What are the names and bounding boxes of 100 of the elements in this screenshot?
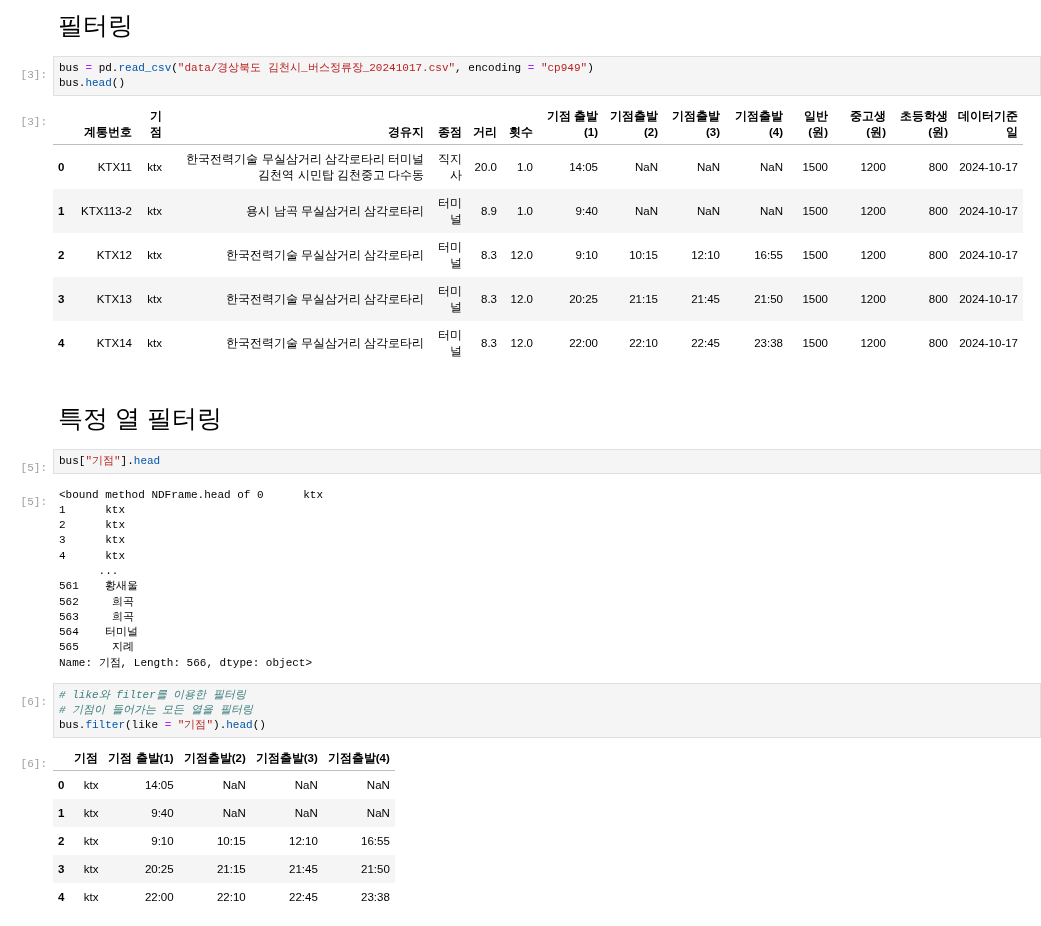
table-cell: ktx bbox=[83, 834, 99, 847]
table-cell: 1500 bbox=[802, 292, 828, 305]
table-cell: KTX11 bbox=[97, 160, 132, 173]
table-cell: 21:50 bbox=[361, 862, 390, 875]
table-cell: 1500 bbox=[802, 204, 828, 217]
table-cell: 터미널 bbox=[438, 196, 462, 225]
table-cell: NaN bbox=[366, 806, 390, 819]
table-cell: 한국전력기술 무실삼거리 삼각로타리 터미널 김천역 시민탑 김천중고 다수동 bbox=[186, 152, 424, 181]
column-header: 기점출발(3) bbox=[255, 752, 318, 765]
table-cell: 1200 bbox=[860, 292, 886, 305]
table-cell: KTX13 bbox=[96, 292, 132, 305]
table-cell: ktx bbox=[147, 160, 162, 173]
table-cell: 10:15 bbox=[216, 834, 246, 847]
table-cell: 8.3 bbox=[481, 336, 497, 349]
row-index: 3 bbox=[58, 292, 65, 305]
table-cell: 800 bbox=[928, 336, 948, 349]
table-cell: NaN bbox=[697, 204, 720, 217]
table-cell: 8.9 bbox=[481, 204, 497, 217]
row-index: 0 bbox=[58, 160, 65, 173]
table-cell: 12:10 bbox=[691, 248, 720, 261]
table-cell: 9:10 bbox=[575, 248, 598, 261]
row-index: 2 bbox=[58, 248, 65, 261]
column-header: 경유지 bbox=[388, 126, 424, 138]
table-cell: 23:38 bbox=[754, 336, 783, 349]
row-index: 2 bbox=[58, 834, 65, 847]
table-cell: 9:40 bbox=[151, 806, 174, 819]
column-header: 기점 bbox=[74, 752, 99, 765]
column-header: 기점출발(4) bbox=[735, 110, 783, 138]
table-cell: 22:45 bbox=[289, 890, 318, 903]
table-cell: 터미널 bbox=[438, 328, 462, 357]
output-text: <bound method NDFrame.head of 0 ktx 1 ktx 2 ktx 3 ktx 4 ktx ... 561 황새울 562 희곡 563 희곡 564 터미널 565 지례 Name: 기점, Length: 566, dtype: object> bbox=[58, 487, 325, 671]
table-cell: 22:10 bbox=[216, 890, 246, 903]
row-index: 4 bbox=[58, 336, 65, 349]
column-header: 기점출발(2) bbox=[183, 752, 246, 765]
table-cell: 22:00 bbox=[144, 890, 174, 903]
code-cell[interactable]: bus = pd.read_csv("data/경상북도 김천시_버스정류장_20241017.csv", encoding = "cp949") bus.head() bbox=[53, 56, 1041, 96]
column-header: 기점 출발(1) bbox=[108, 752, 174, 765]
table-cell: ktx bbox=[147, 336, 162, 349]
code-cell[interactable]: bus["기점"].head bbox=[53, 448, 1041, 474]
table-cell: 10:15 bbox=[629, 248, 658, 261]
code-cell[interactable]: # like와 filter를 이용한 필터링 # 기점이 들어가는 모든 열을 필터링 bus.filter(like = "기점").head() bbox=[53, 683, 1041, 739]
cell-prompt: [6]: bbox=[20, 758, 47, 771]
table-cell: 1200 bbox=[860, 160, 886, 173]
row-index: 1 bbox=[58, 806, 65, 819]
column-header: 종점 bbox=[438, 126, 462, 138]
table-cell: 14:05 bbox=[144, 778, 174, 791]
table-cell: NaN bbox=[294, 806, 318, 819]
table-cell: ktx bbox=[147, 204, 162, 217]
table-cell: 20.0 bbox=[474, 160, 497, 173]
table-cell: 터미널 bbox=[438, 284, 462, 313]
row-index: 3 bbox=[58, 862, 65, 875]
column-header: 기점출발(2) bbox=[610, 110, 658, 138]
table-cell: 1200 bbox=[860, 204, 886, 217]
cell-prompt: [3]: bbox=[20, 69, 47, 81]
table-cell: 한국전력기술 무실삼거리 삼각로타리 bbox=[225, 248, 424, 261]
table-cell: 12:10 bbox=[289, 834, 318, 847]
table-cell: NaN bbox=[222, 806, 246, 819]
table-cell: ktx bbox=[83, 890, 99, 903]
table-cell: 21:45 bbox=[691, 292, 720, 305]
table-cell: NaN bbox=[222, 778, 246, 791]
table-cell: KTX12 bbox=[96, 248, 132, 261]
table-cell: 한국전력기술 무실삼거리 삼각로타리 bbox=[225, 336, 424, 349]
table-cell: ktx bbox=[83, 806, 99, 819]
table-cell: 1200 bbox=[860, 336, 886, 349]
column-header: 기점 출발(1) bbox=[546, 110, 598, 138]
table-cell: 9:40 bbox=[575, 204, 598, 217]
table-cell: NaN bbox=[635, 204, 658, 217]
table-cell: 21:45 bbox=[289, 862, 318, 875]
column-header: 계통번호 bbox=[84, 126, 132, 138]
table-cell: 8.3 bbox=[481, 292, 497, 305]
table-cell: NaN bbox=[294, 778, 318, 791]
table-cell: 16:55 bbox=[754, 248, 783, 261]
column-header: 기점 bbox=[150, 110, 162, 138]
table-cell: KTX113-2 bbox=[81, 204, 132, 217]
table-cell: 22:45 bbox=[691, 336, 720, 349]
table-cell: 1500 bbox=[802, 248, 828, 261]
row-index: 0 bbox=[58, 778, 65, 791]
table-cell: 12.0 bbox=[510, 248, 533, 261]
cell-prompt: [3]: bbox=[20, 116, 47, 128]
column-header: 초등학생(원) bbox=[900, 110, 948, 138]
table-cell: 800 bbox=[928, 160, 948, 173]
column-header: 기점출발(4) bbox=[327, 752, 390, 765]
table-cell: NaN bbox=[697, 160, 720, 173]
column-header: 중고생(원) bbox=[850, 110, 886, 138]
table-cell: 21:15 bbox=[629, 292, 658, 305]
table-cell: 800 bbox=[928, 292, 948, 305]
table-cell: KTX14 bbox=[96, 336, 132, 349]
cell-prompt: [6]: bbox=[20, 696, 47, 709]
table-cell: 용시 남곡 무실삼거리 삼각로타리 bbox=[246, 204, 424, 217]
table-cell: ktx bbox=[147, 248, 162, 261]
table-cell: 21:15 bbox=[216, 862, 246, 875]
row-index: 4 bbox=[58, 890, 65, 903]
section-heading: 필터링 bbox=[58, 10, 134, 41]
table-cell: 한국전력기술 무실삼거리 삼각로타리 bbox=[225, 292, 424, 305]
section-heading: 특정 열 필터링 bbox=[58, 402, 223, 434]
table-cell: 2024-10-17 bbox=[959, 292, 1018, 305]
table-cell: 800 bbox=[928, 248, 948, 261]
table-cell: 1.0 bbox=[517, 204, 533, 217]
table-cell: 2024-10-17 bbox=[959, 204, 1018, 217]
table-cell: 1200 bbox=[860, 248, 886, 261]
